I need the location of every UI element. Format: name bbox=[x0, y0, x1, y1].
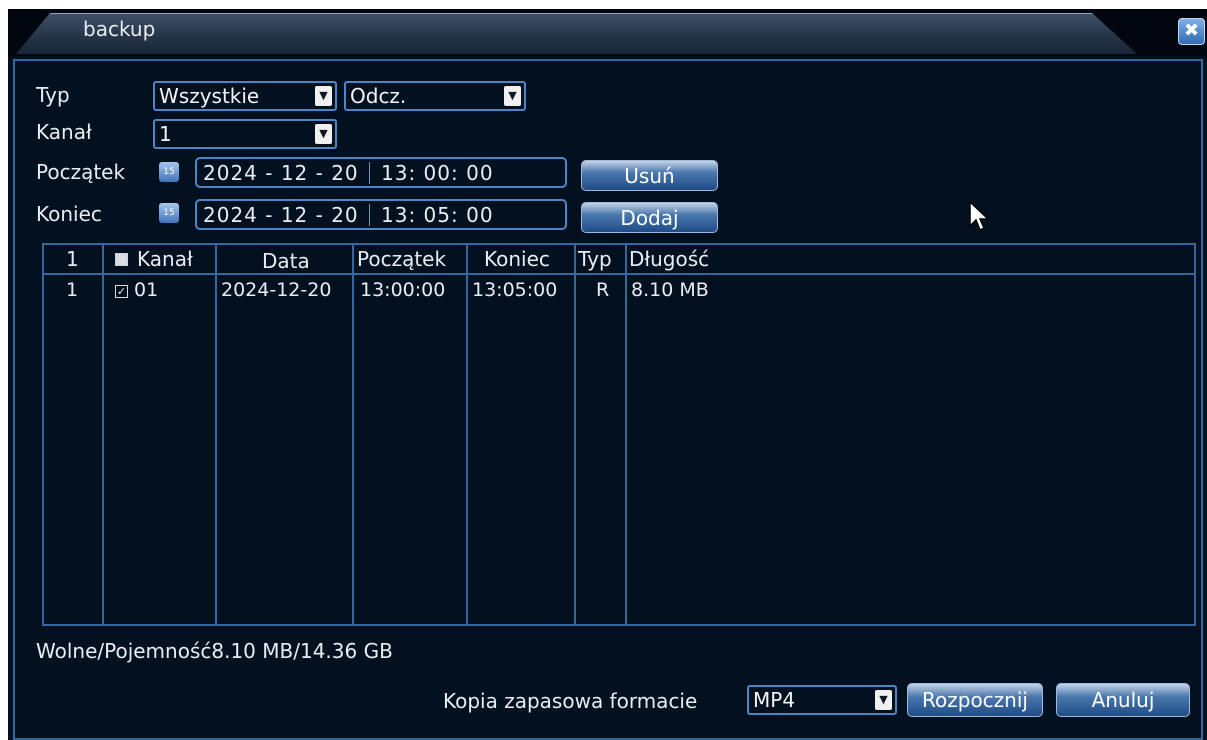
mode-select-value: Odcz. bbox=[350, 84, 407, 108]
row-start: 13:00:00 bbox=[360, 279, 446, 301]
datetime-separator bbox=[369, 204, 370, 226]
chevron-down-icon: ▼ bbox=[875, 690, 892, 710]
column-header-start: Początek bbox=[357, 247, 447, 271]
column-header-length: Długość bbox=[629, 247, 710, 271]
row-channel: 01 bbox=[134, 279, 159, 301]
row-index: 1 bbox=[66, 279, 79, 301]
row-end: 13:05:00 bbox=[472, 279, 558, 301]
kanal-label: Kanał bbox=[36, 120, 92, 144]
column-header-index: 1 bbox=[66, 247, 79, 271]
mode-select[interactable]: Odcz. ▼ bbox=[344, 81, 526, 111]
select-all-checkbox[interactable] bbox=[115, 253, 128, 266]
file-table[interactable]: 1 Kanał Data Początek Koniec Typ Długość… bbox=[42, 243, 1196, 626]
row-type: R bbox=[596, 279, 610, 301]
datetime-separator bbox=[369, 162, 370, 184]
end-label: Koniec bbox=[36, 202, 102, 226]
kanal-select[interactable]: 1 ▼ bbox=[153, 119, 337, 149]
row-length: 8.10 MB bbox=[631, 279, 709, 301]
row-date: 2024-12-20 bbox=[221, 279, 332, 301]
backup-window: backup ✖ Typ Wszystkie ▼ Odcz. ▼ Kanał 1… bbox=[8, 9, 1207, 740]
kanal-select-value: 1 bbox=[159, 122, 172, 146]
start-time-value[interactable]: 13: 00: 00 bbox=[381, 161, 494, 185]
typ-select[interactable]: Wszystkie ▼ bbox=[153, 81, 337, 111]
cancel-button[interactable]: Anuluj bbox=[1056, 683, 1190, 717]
backup-panel: Typ Wszystkie ▼ Odcz. ▼ Kanał 1 ▼ Począt… bbox=[13, 59, 1203, 740]
format-label: Kopia zapasowa formacie bbox=[443, 689, 698, 713]
add-button[interactable]: Dodaj bbox=[581, 202, 718, 233]
column-header-type: Typ bbox=[578, 247, 612, 271]
start-date-value[interactable]: 2024 - 12 - 20 bbox=[203, 161, 359, 185]
chevron-down-icon: ▼ bbox=[315, 124, 332, 144]
capacity-info: Wolne/Pojemność8.10 MB/14.36 GB bbox=[36, 639, 393, 663]
title-tab bbox=[16, 13, 1137, 54]
column-divider bbox=[102, 245, 104, 624]
end-date-value[interactable]: 2024 - 12 - 20 bbox=[203, 203, 359, 227]
close-icon[interactable]: ✖ bbox=[1178, 18, 1205, 45]
start-backup-button[interactable]: Rozpocznij bbox=[907, 683, 1043, 717]
start-datetime-field[interactable]: 2024 - 12 - 20 13: 00: 00 bbox=[195, 157, 567, 188]
format-select[interactable]: MP4 ▼ bbox=[747, 685, 897, 715]
column-header-data: Data bbox=[262, 249, 310, 273]
delete-button[interactable]: Usuń bbox=[581, 160, 718, 191]
column-divider bbox=[466, 245, 468, 624]
typ-select-value: Wszystkie bbox=[159, 84, 260, 108]
column-divider bbox=[215, 245, 217, 624]
column-divider bbox=[352, 245, 354, 624]
column-divider bbox=[574, 245, 576, 624]
end-time-value[interactable]: 13: 05: 00 bbox=[381, 203, 494, 227]
column-header-kanal: Kanał bbox=[137, 247, 193, 271]
typ-label: Typ bbox=[36, 83, 70, 107]
end-datetime-field[interactable]: 2024 - 12 - 20 13: 05: 00 bbox=[195, 199, 567, 230]
calendar-icon[interactable]: 15 bbox=[159, 203, 179, 223]
mouse-cursor-icon bbox=[969, 200, 990, 232]
calendar-icon[interactable]: 15 bbox=[159, 162, 179, 182]
title-bar: backup ✖ bbox=[8, 9, 1207, 56]
window-title: backup bbox=[83, 17, 156, 41]
chevron-down-icon: ▼ bbox=[504, 86, 521, 106]
row-checkbox[interactable]: ✓ bbox=[115, 285, 128, 298]
chevron-down-icon: ▼ bbox=[315, 86, 332, 106]
column-divider bbox=[625, 245, 627, 624]
start-label: Początek bbox=[36, 160, 126, 184]
column-header-end: Koniec bbox=[484, 247, 550, 271]
format-select-value: MP4 bbox=[753, 688, 796, 712]
